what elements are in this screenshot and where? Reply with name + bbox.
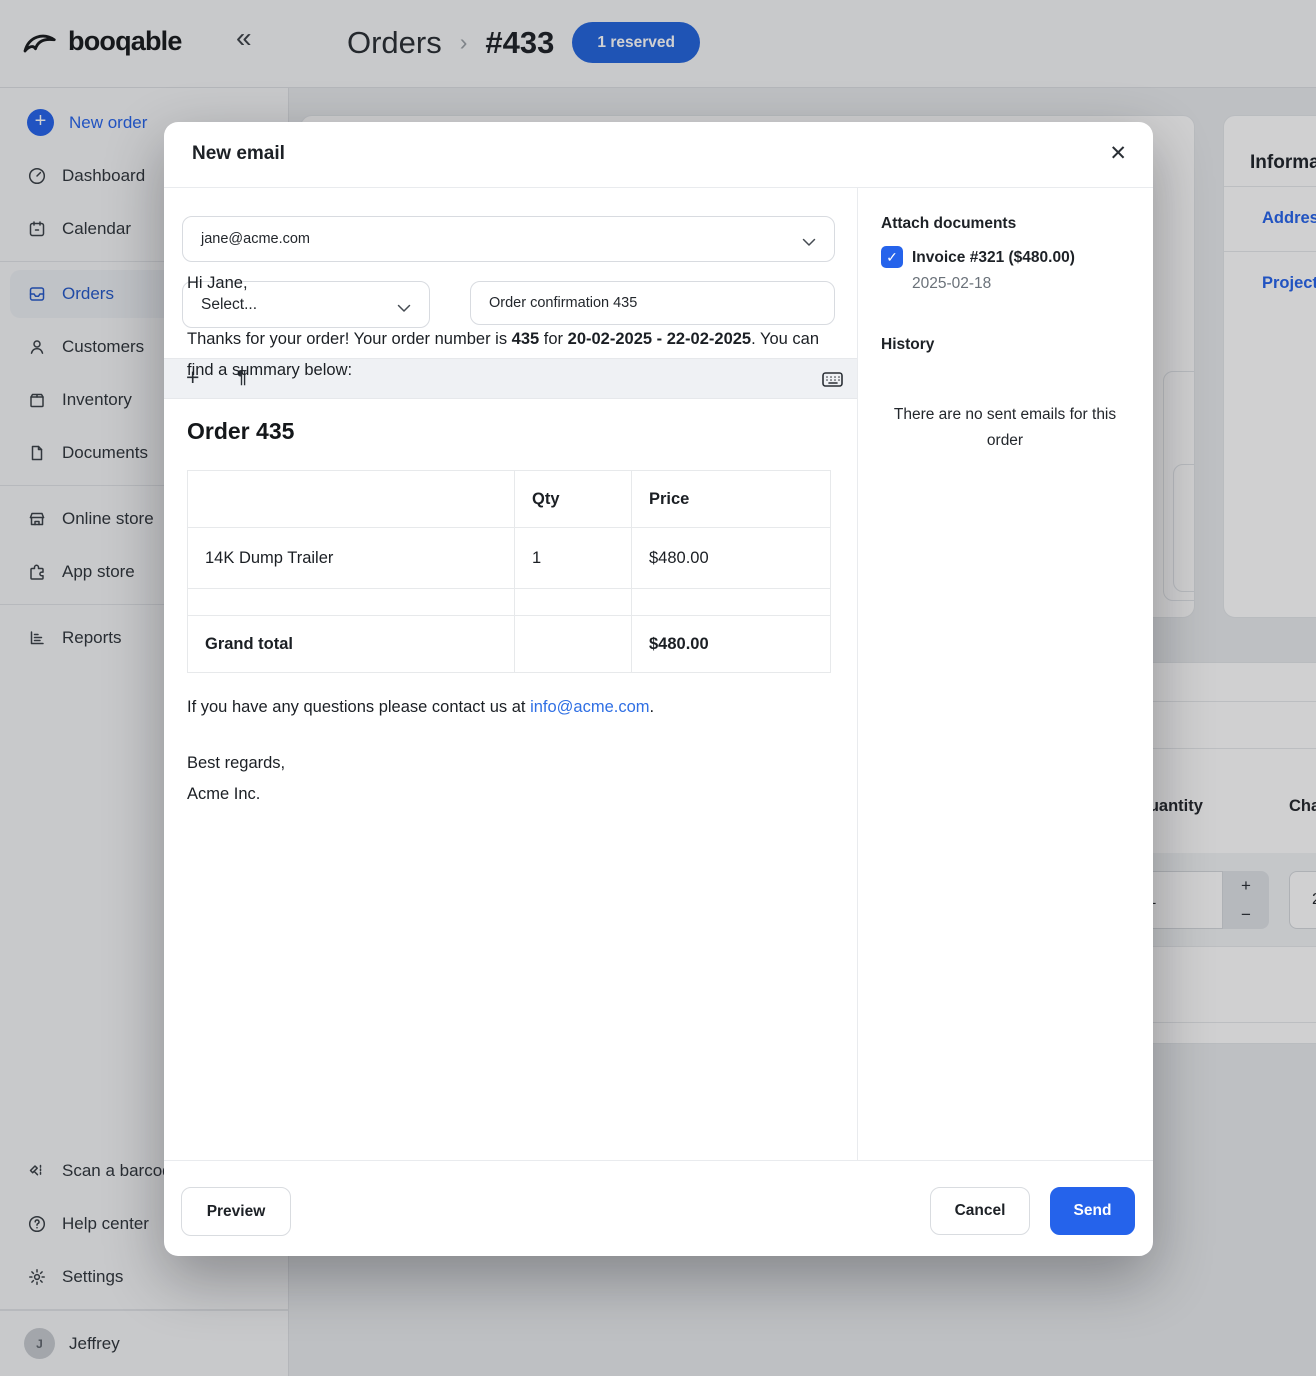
table-header-row: Qty Price [188,471,831,528]
name-header [188,471,515,528]
subject-input[interactable]: Order confirmation 435 [470,281,835,325]
send-button[interactable]: Send [1050,1187,1135,1235]
new-email-modal: New email ✕ jane@acme.com Select... Orde… [164,122,1153,1256]
invoice-label: Invoice #321 ($480.00) [912,249,1075,267]
order-number-bold: 435 [512,330,540,348]
modal-column-divider [857,188,858,1160]
date-range-bold: 20-02-2025 - 22-02-2025 [568,330,751,348]
email-greeting: Hi Jane, [187,274,248,293]
attach-documents-title: Attach documents [881,215,1016,233]
recipient-select[interactable]: jane@acme.com [182,216,835,262]
template-placeholder: Select... [201,296,257,314]
contact-text: If you have any questions please contact… [187,698,530,716]
modal-footer: Preview Cancel Send [164,1160,1153,1256]
invoice-date: 2025-02-18 [912,275,991,293]
contact-line: If you have any questions please contact… [187,698,654,717]
modal-header: New email ✕ [164,122,1153,188]
total-row: Grand total $480.00 [188,616,831,673]
history-empty-text: There are no sent emails for this order [881,402,1129,454]
item-qty: 1 [515,528,632,589]
email-closing: Best regards, Acme Inc. [187,748,285,810]
email-link[interactable]: info@acme.com [530,698,649,716]
closing-line: Best regards, [187,748,285,779]
chevron-down-icon [397,300,411,309]
invoice-checkbox[interactable]: ✓ [881,246,903,268]
modal-title: New email [192,143,285,165]
company-name: Acme Inc. [187,779,285,810]
app-frame: booqable « Orders › #433 1 reserved + Ne… [0,0,1316,1376]
subject-value: Order confirmation 435 [489,295,637,311]
qty-header: Qty [515,471,632,528]
paragraph-text: Thanks for your order! Your order number… [187,330,512,348]
preview-button[interactable]: Preview [181,1187,291,1236]
order-heading: Order 435 [187,418,294,445]
price-header: Price [632,471,831,528]
table-row: 14K Dump Trailer 1 $480.00 [188,528,831,589]
item-name: 14K Dump Trailer [188,528,515,589]
cancel-button[interactable]: Cancel [930,1187,1030,1235]
total-price: $480.00 [632,616,831,673]
order-summary-table: Qty Price 14K Dump Trailer 1 $480.00 Gra… [187,470,831,673]
paragraph-text: for [539,330,567,348]
recipient-value: jane@acme.com [201,231,310,247]
history-title: History [881,336,934,354]
total-label: Grand total [188,616,515,673]
close-icon[interactable]: ✕ [1109,141,1127,166]
total-qty [515,616,632,673]
spacer-row [188,589,831,616]
item-price: $480.00 [632,528,831,589]
contact-text: . [650,698,655,716]
chevron-down-icon [802,235,816,244]
email-paragraph: Thanks for your order! Your order number… [187,324,835,385]
